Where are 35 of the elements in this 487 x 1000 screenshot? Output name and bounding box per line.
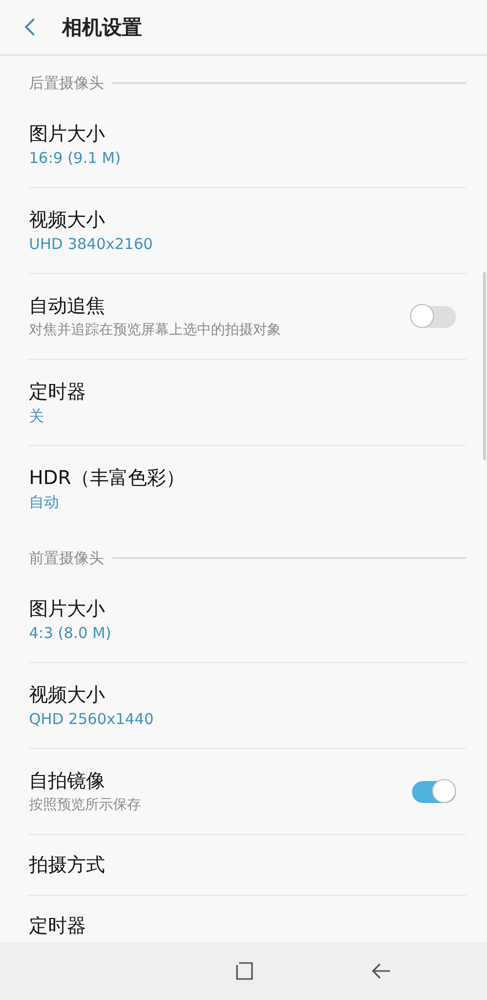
page-title: 相机设置 [62,14,142,40]
setting-description: 对焦并追踪在预览屏幕上选中的拍摄对象 [29,321,282,340]
settings-row[interactable]: 视频大小 UHD 3840x2160 [29,188,466,274]
setting-title: 定时器 [29,380,87,405]
back-arrow-icon[interactable] [371,962,391,980]
section-title: 前置摄像头 [29,548,104,568]
settings-row[interactable]: 拍摄方式 [29,835,466,896]
settings-row[interactable]: 视频大小 QHD 2560x1440 [29,663,466,749]
settings-row[interactable]: 自动追焦 对焦并追踪在预览屏幕上选中的拍摄对象 [29,274,466,360]
setting-title: 视频大小 [29,683,106,708]
recent-apps-icon[interactable] [235,961,255,981]
back-icon[interactable] [24,17,36,37]
section-title: 后置摄像头 [29,74,104,92]
setting-value: UHD 3840x2160 [29,234,154,255]
toggle-switch[interactable] [412,306,456,328]
setting-title: 图片大小 [29,597,106,622]
setting-title: 定时器 [29,914,87,939]
setting-title: 拍摄方式 [29,853,106,878]
setting-value: 16:9 (9.1 M) [29,148,122,169]
setting-title: 图片大小 [29,122,106,147]
settings-row[interactable]: HDR（丰富色彩） 自动 [29,446,466,531]
settings-row[interactable]: 图片大小 4:3 (8.0 M) [29,577,466,663]
setting-value: QHD 2560x1440 [29,709,155,730]
setting-value: 自动 [29,492,60,513]
setting-title: HDR（丰富色彩） [29,466,186,491]
setting-title: 自动追焦 [29,294,106,319]
setting-title: 视频大小 [29,208,106,233]
settings-row[interactable]: 定时器 关 [29,360,466,446]
settings-row[interactable]: 自拍镜像 按照预览所示保存 [29,749,466,835]
settings-row[interactable]: 图片大小 16:9 (9.1 M) [29,102,466,188]
setting-description: 按照预览所示保存 [29,796,142,815]
setting-value: 关 [29,406,45,427]
setting-value: 4:3 (8.0 M) [29,623,112,644]
setting-title: 自拍镜像 [29,769,106,794]
toggle-switch[interactable] [412,780,456,802]
